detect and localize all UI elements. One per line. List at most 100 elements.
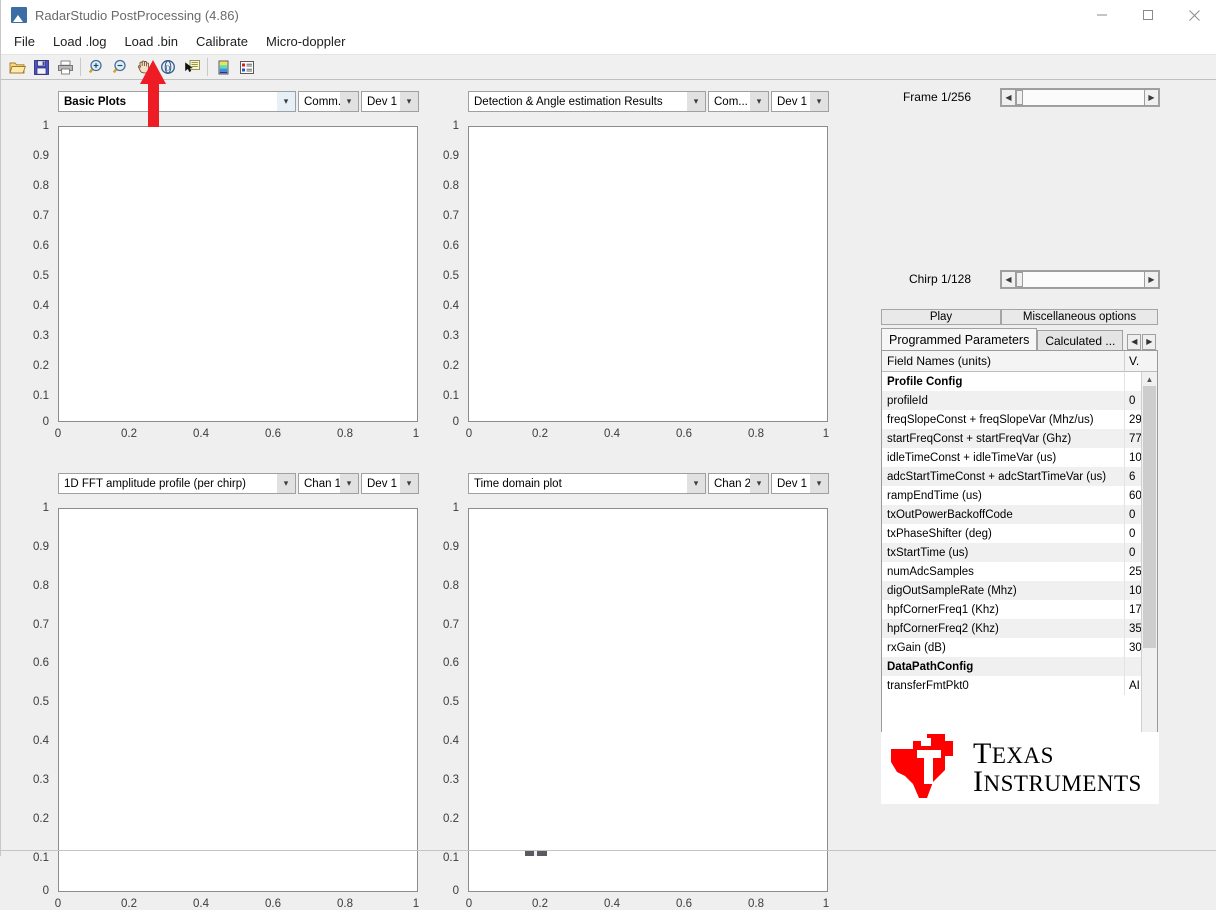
- table-row[interactable]: profileId 0: [882, 391, 1157, 410]
- chirp-slider-track[interactable]: [1016, 271, 1144, 288]
- chirp-slider-thumb[interactable]: [1016, 272, 1023, 287]
- tab-calculated-label: Calculated ...: [1045, 333, 1116, 348]
- y-tick-label: 0: [452, 885, 459, 897]
- tab-programmed-parameters[interactable]: Programmed Parameters: [881, 328, 1038, 350]
- frame-slider-track[interactable]: [1016, 89, 1144, 106]
- save-icon[interactable]: [29, 56, 53, 78]
- open-folder-icon[interactable]: [5, 56, 29, 78]
- plot-basic-device-select[interactable]: Dev 1 ▾: [361, 91, 419, 112]
- menu-load-bin[interactable]: Load .bin: [115, 30, 187, 54]
- vertical-scroll-thumb[interactable]: [1143, 386, 1156, 648]
- plot-basic-channel-select[interactable]: Comm... ▾: [298, 91, 359, 112]
- plot-1dfft-device-select[interactable]: Dev 1 ▾: [361, 473, 419, 494]
- x-tick-label: 0.6: [676, 898, 692, 910]
- plot-basic-channel-label: Comm...: [304, 95, 340, 108]
- frame-slider-right-arrow[interactable]: ▶: [1144, 89, 1159, 106]
- table-row[interactable]: hpfCornerFreq1 (Khz) 17: [882, 600, 1157, 619]
- plot-timedomain-type-select[interactable]: Time domain plot ▾: [468, 473, 706, 494]
- plot-1dfft-channel-select[interactable]: Chan 1 ▾: [298, 473, 359, 494]
- chevron-down-icon[interactable]: ▾: [340, 474, 358, 493]
- plot-basic-type-select[interactable]: Basic Plots ▾: [58, 91, 296, 112]
- menu-file[interactable]: File: [5, 30, 44, 54]
- plot-1dfft-channel-label: Chan 1: [304, 477, 340, 490]
- legend-icon[interactable]: [235, 56, 259, 78]
- menu-load-log[interactable]: Load .log: [44, 30, 116, 54]
- y-tick-label: 0.9: [33, 150, 49, 162]
- plot-timedomain-channel-select[interactable]: Chan 2 ▾: [708, 473, 769, 494]
- table-row[interactable]: hpfCornerFreq2 (Khz) 35: [882, 619, 1157, 638]
- chevron-down-icon[interactable]: ▾: [277, 474, 295, 493]
- chevron-down-icon[interactable]: ▾: [687, 92, 705, 111]
- y-tick-label: 0.7: [33, 210, 49, 222]
- row-field: adcStartTimeConst + adcStartTimeVar (us): [882, 467, 1125, 486]
- chevron-down-icon[interactable]: ▾: [810, 474, 828, 493]
- miscellaneous-options-button[interactable]: Miscellaneous options: [1001, 309, 1158, 325]
- zoom-out-icon[interactable]: [108, 56, 132, 78]
- close-button[interactable]: [1171, 0, 1216, 30]
- chevron-down-icon[interactable]: ▾: [340, 92, 358, 111]
- table-row[interactable]: rxGain (dB) 30: [882, 638, 1157, 657]
- x-tick-label: 0.4: [193, 898, 209, 910]
- y-tick-label: 0.2: [443, 360, 459, 372]
- minimize-button[interactable]: [1079, 0, 1125, 30]
- chevron-down-icon[interactable]: ▾: [810, 92, 828, 111]
- menu-micro-doppler[interactable]: Micro-doppler: [257, 30, 354, 54]
- chevron-down-icon[interactable]: ▾: [687, 474, 705, 493]
- zoom-in-icon[interactable]: [84, 56, 108, 78]
- table-row[interactable]: digOutSampleRate (Mhz) 10: [882, 581, 1157, 600]
- plot-detection-device-select[interactable]: Dev 1 ▾: [771, 91, 829, 112]
- plot-basic-type-label: Basic Plots: [64, 95, 126, 108]
- table-row[interactable]: adcStartTimeConst + adcStartTimeVar (us)…: [882, 467, 1157, 486]
- scroll-up-icon[interactable]: ▲: [1142, 372, 1157, 386]
- chevron-down-icon[interactable]: ▾: [750, 92, 768, 111]
- table-row[interactable]: numAdcSamples 25: [882, 562, 1157, 581]
- frame-slider-thumb[interactable]: [1016, 90, 1023, 105]
- plot-basic-axes[interactable]: [58, 126, 418, 422]
- chirp-slider-right-arrow[interactable]: ▶: [1144, 271, 1159, 288]
- x-tick-label: 0.8: [748, 428, 764, 440]
- menu-calibrate[interactable]: Calibrate: [187, 30, 257, 54]
- bottom-resize-grip[interactable]: [525, 851, 547, 856]
- plot-detection-axes[interactable]: [468, 126, 828, 422]
- table-row[interactable]: DataPathConfig: [882, 657, 1157, 676]
- print-icon[interactable]: [53, 56, 77, 78]
- chevron-down-icon[interactable]: ▾: [400, 92, 418, 111]
- table-row[interactable]: Profile Config: [882, 372, 1157, 391]
- maximize-button[interactable]: [1125, 0, 1171, 30]
- chevron-down-icon[interactable]: ▾: [400, 474, 418, 493]
- tab-scroll-right-icon[interactable]: ▶: [1142, 333, 1157, 350]
- parameters-table-vertical-scrollbar[interactable]: ▲ ▼: [1141, 372, 1157, 776]
- table-row[interactable]: txPhaseShifter (deg) 0: [882, 524, 1157, 543]
- plot-timedomain-axes[interactable]: [468, 508, 828, 892]
- frame-slider[interactable]: ◀ ▶: [1000, 88, 1160, 107]
- table-row[interactable]: idleTimeConst + idleTimeVar (us) 10: [882, 448, 1157, 467]
- chirp-slider[interactable]: ◀ ▶: [1000, 270, 1160, 289]
- plot-timedomain-device-select[interactable]: Dev 1 ▾: [771, 473, 829, 494]
- play-button[interactable]: Play: [881, 309, 1001, 325]
- chirp-slider-left-arrow[interactable]: ◀: [1001, 271, 1016, 288]
- plot-1dfft-axes[interactable]: [58, 508, 418, 892]
- table-row[interactable]: transferFmtPkt0 AI: [882, 676, 1157, 695]
- y-tick-label: 0.1: [33, 390, 49, 402]
- table-row[interactable]: txOutPowerBackoffCode 0: [882, 505, 1157, 524]
- table-row[interactable]: freqSlopeConst + freqSlopeVar (Mhz/us) 2…: [882, 410, 1157, 429]
- plot-detection-type-select[interactable]: Detection & Angle estimation Results ▾: [468, 91, 706, 112]
- tab-calculated[interactable]: Calculated ...: [1037, 330, 1124, 350]
- tab-programmed-parameters-label: Programmed Parameters: [889, 332, 1030, 347]
- table-row[interactable]: rampEndTime (us) 60: [882, 486, 1157, 505]
- table-row[interactable]: txStartTime (us) 0: [882, 543, 1157, 562]
- parameters-table[interactable]: Field Names (units) V. Profile Config pr…: [881, 350, 1158, 792]
- colorbar-icon[interactable]: [211, 56, 235, 78]
- data-cursor-icon[interactable]: [180, 56, 204, 78]
- chevron-down-icon[interactable]: ▾: [750, 474, 768, 493]
- ti-wordmark-line2: INSTRUMENTS: [973, 767, 1142, 797]
- plot-1dfft-type-select[interactable]: 1D FFT amplitude profile (per chirp) ▾: [58, 473, 296, 494]
- chevron-down-icon[interactable]: ▾: [277, 92, 295, 111]
- plot-detection-channel-select[interactable]: Com... ▾: [708, 91, 769, 112]
- tab-scroll-left-icon[interactable]: ◀: [1127, 333, 1142, 350]
- y-tick-label: 0.5: [33, 696, 49, 708]
- plot-detection-type-label: Detection & Angle estimation Results: [474, 95, 663, 108]
- frame-slider-left-arrow[interactable]: ◀: [1001, 89, 1016, 106]
- table-row[interactable]: startFreqConst + startFreqVar (Ghz) 77: [882, 429, 1157, 448]
- y-tick-label: 0.3: [443, 330, 459, 342]
